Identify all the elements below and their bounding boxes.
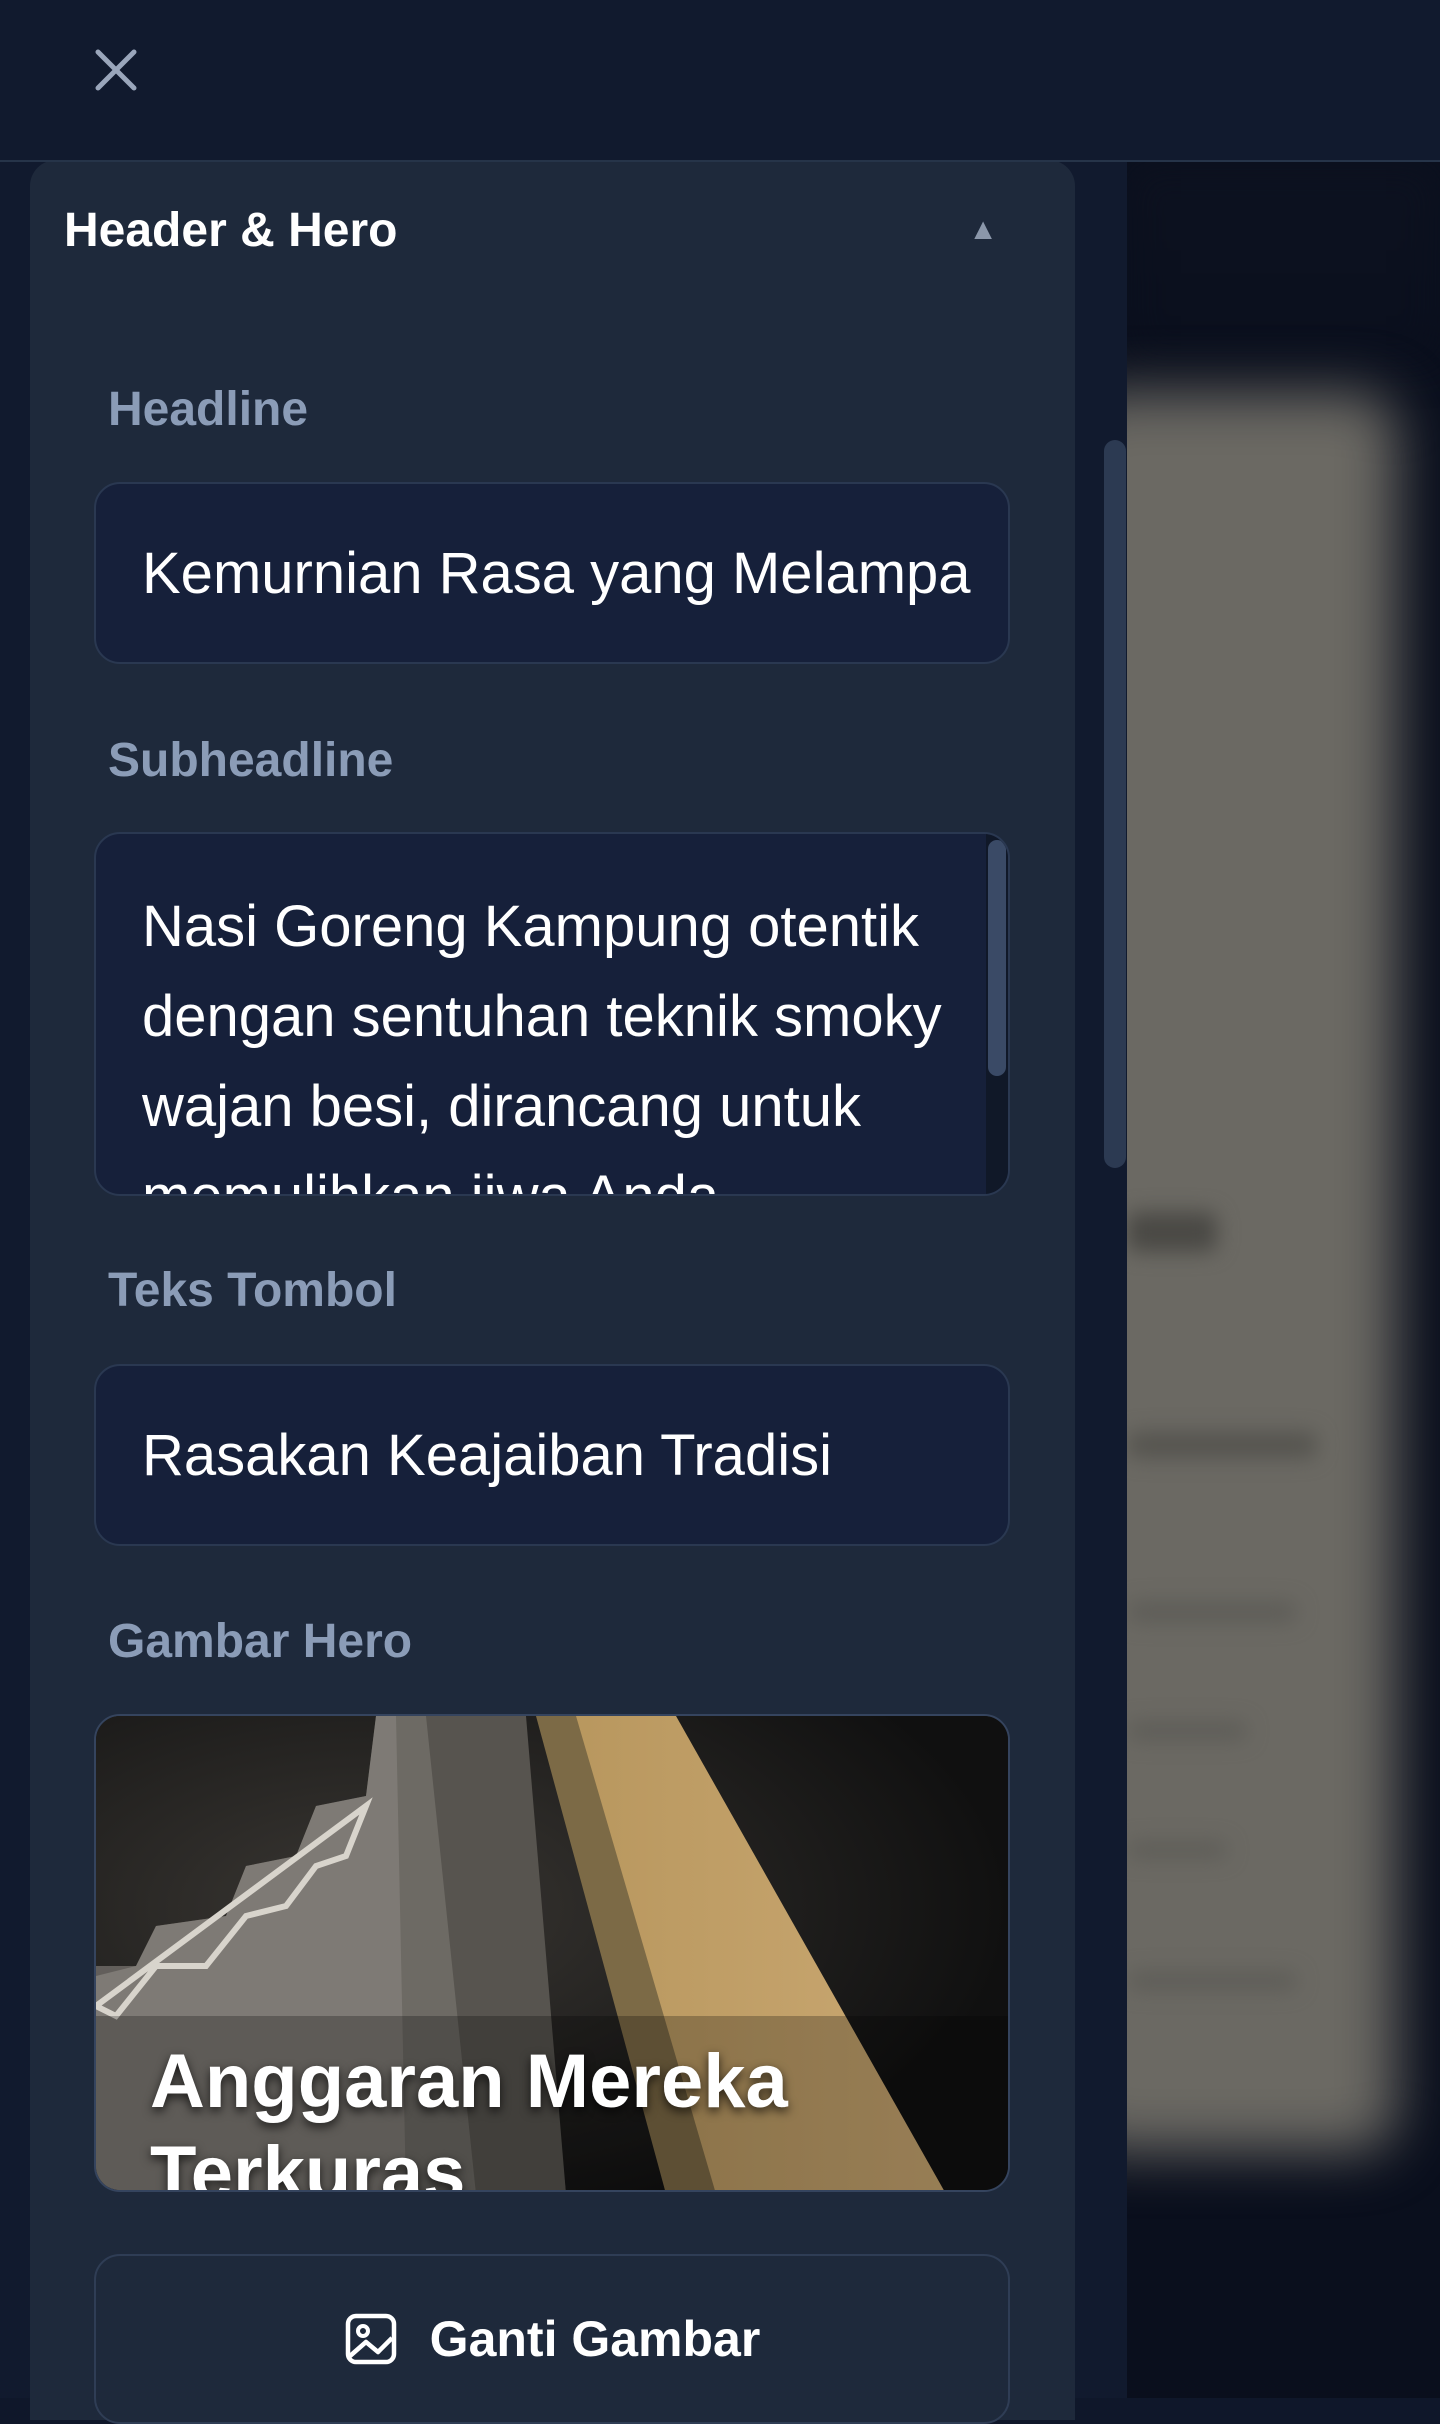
sidebar-scrollbar[interactable]: [1104, 440, 1126, 1168]
image-icon: [345, 2313, 396, 2365]
button-text-label: Teks Tombol: [108, 1264, 397, 1317]
replace-image-button[interactable]: Ganti Gambar: [94, 2254, 1010, 2424]
caret-up-icon: ▲: [968, 213, 998, 246]
top-bar: [0, 0, 1440, 162]
headline-label: Headline: [108, 383, 309, 436]
subheadline-text: Nasi Goreng Kampung otentik dengan sentu…: [142, 894, 942, 1194]
replace-image-label: Ganti Gambar: [429, 2311, 761, 2367]
subheadline-textarea[interactable]: Nasi Goreng Kampung otentik dengan sentu…: [94, 832, 1010, 1196]
subheadline-label: Subheadline: [108, 734, 394, 787]
headline-input[interactable]: Kemurnian Rasa yang Melampa: [94, 482, 1010, 664]
button-text-input[interactable]: Rasakan Keajaiban Tradisi: [94, 1364, 1010, 1546]
page-preview: [1127, 162, 1440, 2398]
hero-image-label: Gambar Hero: [108, 1615, 413, 1668]
textarea-scrollbar[interactable]: [986, 834, 1008, 1194]
close-icon: [95, 49, 137, 91]
section-header-toggle[interactable]: Header & Hero ▲: [64, 195, 1024, 265]
section-title: Header & Hero: [64, 203, 398, 257]
hero-image-preview: Anggaran Mereka Terkuras: [94, 1714, 1010, 2192]
close-button[interactable]: [86, 40, 146, 100]
preview-card: [1127, 392, 1397, 2152]
hero-image-caption: Anggaran Mereka Terkuras: [150, 2039, 788, 2192]
